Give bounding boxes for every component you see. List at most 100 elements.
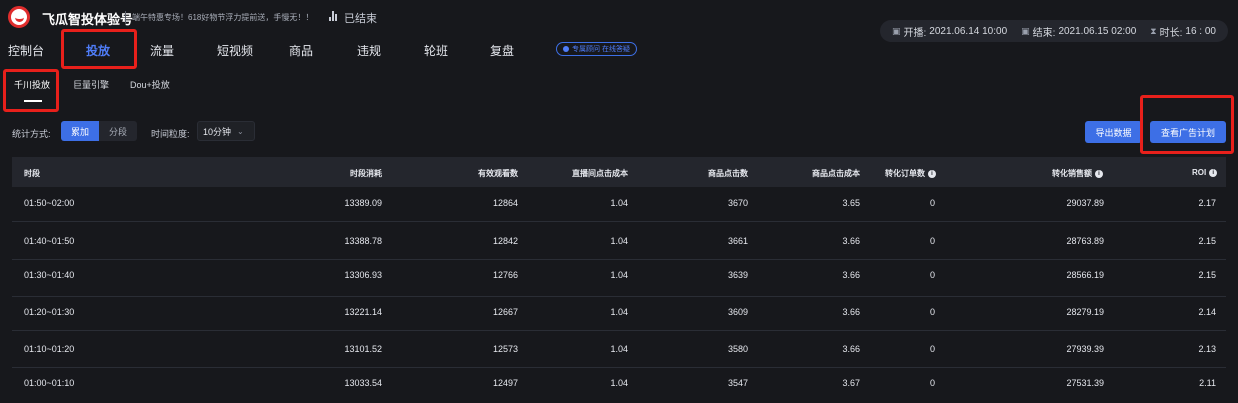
tab-violations[interactable]: 违规 — [357, 42, 381, 59]
export-data-button[interactable]: 导出数据 — [1085, 121, 1142, 143]
col-valid-views: 有效观看数 — [478, 169, 518, 178]
cell-orders: 0 — [930, 198, 936, 208]
cell-product-clicks: 3639 — [727, 270, 748, 280]
row-divider — [12, 330, 1226, 331]
cell-roi: 2.15 — [1198, 270, 1216, 280]
cell-room-click-cost: 1.04 — [610, 270, 628, 280]
method-toggle: 累加 分段 — [61, 121, 138, 141]
tab-traffic[interactable]: 流量 — [150, 42, 174, 59]
cell-period: 01:00~01:10 — [24, 378, 75, 388]
cell-period: 01:40~01:50 — [24, 236, 75, 246]
cell-spend: 13033.54 — [344, 378, 382, 388]
start-value: 2021.06.14 10:00 — [929, 25, 1008, 37]
col-product-click-cost: 商品点击成本 — [812, 169, 860, 178]
method-cumulative-button[interactable]: 累加 — [61, 121, 100, 141]
active-tab-indicator — [24, 100, 42, 102]
status-badge: 已结束 — [344, 13, 377, 25]
tab-short-video[interactable]: 短视频 — [217, 42, 253, 59]
cell-period: 01:30~01:40 — [24, 270, 75, 280]
col-sales-header: 转化销售额 i — [1052, 168, 1103, 179]
cell-roi: 2.15 — [1198, 236, 1216, 246]
end-value: 2021.06.15 02:00 — [1058, 25, 1137, 37]
granularity-label: 时间粒度: — [151, 129, 190, 139]
cell-sales: 29037.89 — [1066, 198, 1104, 208]
cell-valid-views: 12667 — [492, 307, 518, 317]
cell-product-clicks: 3609 — [727, 307, 748, 317]
subtab-dou-plus[interactable]: Dou+投放 — [130, 78, 170, 91]
info-icon[interactable]: i — [1209, 168, 1218, 177]
cell-period: 01:50~02:00 — [24, 198, 75, 208]
cell-sales: 28279.19 — [1066, 307, 1104, 317]
broadcast-time-info: ▣ 开播: 2021.06.14 10:00 ▣ 结束: 2021.06.15 … — [880, 20, 1228, 42]
granularity-value: 10分钟 — [203, 126, 232, 137]
tab-ad-delivery[interactable]: 投放 — [86, 42, 110, 59]
cell-sales: 28763.89 — [1066, 236, 1104, 246]
promo-slogan: 端午特惠专场！618好物节浮力提前送，手慢无！！ — [132, 13, 314, 22]
cell-spend: 13388.78 — [344, 236, 382, 246]
col-sales: 转化销售额 — [1052, 169, 1092, 178]
cell-spend: 13101.52 — [344, 344, 382, 354]
cell-room-click-cost: 1.04 — [610, 307, 628, 317]
cell-product-click-cost: 3.66 — [842, 270, 860, 280]
cell-room-click-cost: 1.04 — [610, 344, 628, 354]
cell-roi: 2.11 — [1199, 378, 1216, 388]
row-divider — [12, 259, 1226, 260]
chat-icon — [563, 46, 569, 52]
live-stats-icon — [329, 11, 339, 21]
info-icon[interactable]: i — [1095, 169, 1103, 178]
method-label: 统计方式: — [12, 129, 51, 139]
consultant-button[interactable]: 专属顾问 在线答疑 — [556, 42, 637, 56]
cell-spend: 13389.09 — [344, 198, 382, 208]
subtab-juliang[interactable]: 巨量引擎 — [73, 78, 109, 91]
col-orders: 转化订单数 — [885, 169, 925, 178]
cell-valid-views: 12766 — [492, 270, 518, 280]
row-divider — [12, 221, 1226, 222]
cell-sales: 27939.39 — [1066, 344, 1104, 354]
row-divider — [12, 296, 1226, 297]
cell-valid-views: 12864 — [492, 198, 518, 208]
info-icon[interactable]: i — [928, 169, 936, 178]
granularity-select[interactable]: 10分钟 ⌄ — [197, 121, 255, 141]
cell-spend: 13221.14 — [344, 307, 382, 317]
cell-roi: 2.14 — [1198, 307, 1216, 317]
col-room-click-cost: 直播间点击成本 — [572, 169, 628, 178]
duration-value: 16 : 00 — [1185, 25, 1216, 37]
cell-orders: 0 — [930, 236, 936, 246]
cell-roi: 2.17 — [1198, 198, 1216, 208]
cell-valid-views: 12573 — [492, 344, 518, 354]
cell-valid-views: 12497 — [492, 378, 518, 388]
cell-product-clicks: 3580 — [727, 344, 748, 354]
cell-sales: 27531.39 — [1066, 378, 1104, 388]
cell-product-click-cost: 3.65 — [842, 198, 860, 208]
cell-room-click-cost: 1.04 — [610, 236, 628, 246]
end-label: 结束: — [1032, 27, 1056, 39]
col-roi-header: ROI i — [1192, 168, 1218, 177]
col-orders-header: 转化订单数 i — [885, 168, 936, 179]
subtab-qianchuan[interactable]: 千川投放 — [14, 78, 50, 91]
cell-period: 01:10~01:20 — [24, 344, 75, 354]
start-label: 开播: — [903, 27, 927, 39]
cell-product-click-cost: 3.67 — [842, 378, 860, 388]
col-period: 时段 — [24, 169, 40, 178]
tab-console[interactable]: 控制台 — [8, 42, 44, 59]
col-product-clicks: 商品点击数 — [708, 169, 748, 178]
brand-logo-icon — [8, 6, 30, 28]
cell-room-click-cost: 1.04 — [610, 198, 628, 208]
cell-product-clicks: 3661 — [727, 236, 748, 246]
col-spend: 时段消耗 — [350, 169, 382, 178]
cell-orders: 0 — [930, 378, 936, 388]
view-ad-plans-button[interactable]: 查看广告计划 — [1150, 121, 1226, 143]
calendar-icon: ▣ — [1021, 25, 1030, 36]
chevron-down-icon: ⌄ — [237, 126, 244, 136]
consultant-label: 专属顾问 在线答疑 — [572, 46, 630, 53]
col-roi: ROI — [1192, 168, 1207, 177]
tab-review[interactable]: 复盘 — [490, 42, 514, 59]
duration-label: 时长: — [1159, 27, 1183, 39]
cell-spend: 13306.93 — [344, 270, 382, 280]
calendar-icon: ▣ — [891, 25, 901, 36]
tab-shifts[interactable]: 轮班 — [424, 42, 448, 59]
divider — [125, 11, 126, 23]
hourglass-icon: ⧗ — [1150, 25, 1157, 36]
tab-products[interactable]: 商品 — [289, 42, 313, 59]
method-segment-button[interactable]: 分段 — [99, 121, 138, 141]
